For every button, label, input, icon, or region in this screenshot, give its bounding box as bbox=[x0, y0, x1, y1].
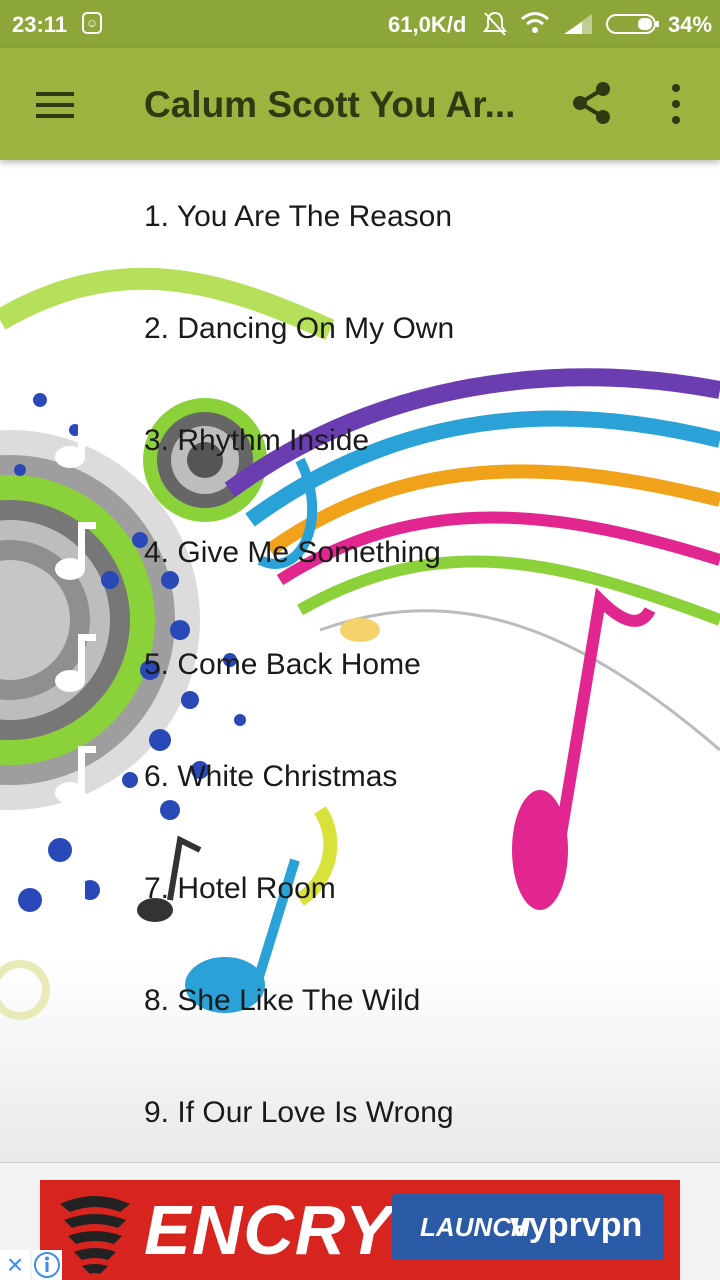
hamburger-menu-icon[interactable] bbox=[36, 88, 76, 122]
list-item[interactable]: 8. She Like The Wild bbox=[0, 944, 720, 1056]
music-note-icon bbox=[55, 858, 96, 916]
song-title: 9. If Our Love Is Wrong bbox=[144, 1096, 454, 1129]
network-speed: 61,0K/d bbox=[388, 12, 467, 37]
music-note-icon bbox=[55, 522, 96, 580]
list-item[interactable]: 6. White Christmas bbox=[0, 720, 720, 832]
signal-icon bbox=[564, 14, 592, 34]
song-title: 3. Rhythm Inside bbox=[144, 424, 370, 457]
music-note-icon bbox=[55, 410, 96, 468]
music-note-icon bbox=[55, 746, 96, 804]
music-note-icon bbox=[55, 298, 96, 356]
list-item[interactable]: 5. Come Back Home bbox=[0, 608, 720, 720]
list-item[interactable]: 2. Dancing On My Own bbox=[0, 272, 720, 384]
song-list: 1. You Are The Reason 2. Dancing On My O… bbox=[0, 160, 720, 1162]
song-title: 4. Give Me Something bbox=[144, 536, 441, 569]
ad-banner[interactable]: ENCRYPT LAUNCH vyprvpn bbox=[40, 1180, 680, 1280]
wifi-icon bbox=[521, 12, 549, 33]
song-title: 1. You Are The Reason bbox=[144, 200, 453, 233]
list-item[interactable]: 7. Hotel Room bbox=[0, 832, 720, 944]
viper-logo-icon bbox=[60, 1196, 130, 1274]
music-note-icon bbox=[55, 634, 96, 692]
ad-launch-button[interactable]: LAUNCH vyprvpn bbox=[392, 1194, 664, 1260]
song-title: 2. Dancing On My Own bbox=[144, 312, 455, 345]
bell-muted-icon bbox=[483, 11, 507, 36]
list-item[interactable]: 3. Rhythm Inside bbox=[0, 384, 720, 496]
song-title: 6. White Christmas bbox=[144, 760, 398, 793]
list-item[interactable]: 9. If Our Love Is Wrong bbox=[0, 1056, 720, 1162]
list-item[interactable]: 4. Give Me Something bbox=[0, 496, 720, 608]
battery-percent: 34% bbox=[668, 12, 713, 37]
status-bar: 23:11 ☺ 61,0K/d 34% bbox=[0, 0, 720, 48]
battery-icon bbox=[606, 14, 659, 34]
app-bar: Calum Scott You Ar... bbox=[0, 48, 720, 160]
list-item[interactable]: 1. You Are The Reason bbox=[0, 160, 720, 272]
ad-button-brand-text: vyprvpn bbox=[510, 1206, 643, 1244]
share-icon[interactable] bbox=[570, 80, 614, 126]
status-time: 23:11 bbox=[12, 12, 68, 37]
more-options-icon[interactable] bbox=[664, 82, 688, 126]
ad-info-icon[interactable] bbox=[32, 1250, 62, 1280]
page-title: Calum Scott You Ar... bbox=[144, 84, 516, 125]
song-title: 7. Hotel Room bbox=[144, 872, 336, 905]
song-title: 5. Come Back Home bbox=[144, 648, 421, 681]
song-title: 8. She Like The Wild bbox=[144, 984, 421, 1017]
ad-close-icon[interactable]: × bbox=[0, 1250, 30, 1280]
notification-app-icon: ☺ bbox=[82, 12, 102, 34]
